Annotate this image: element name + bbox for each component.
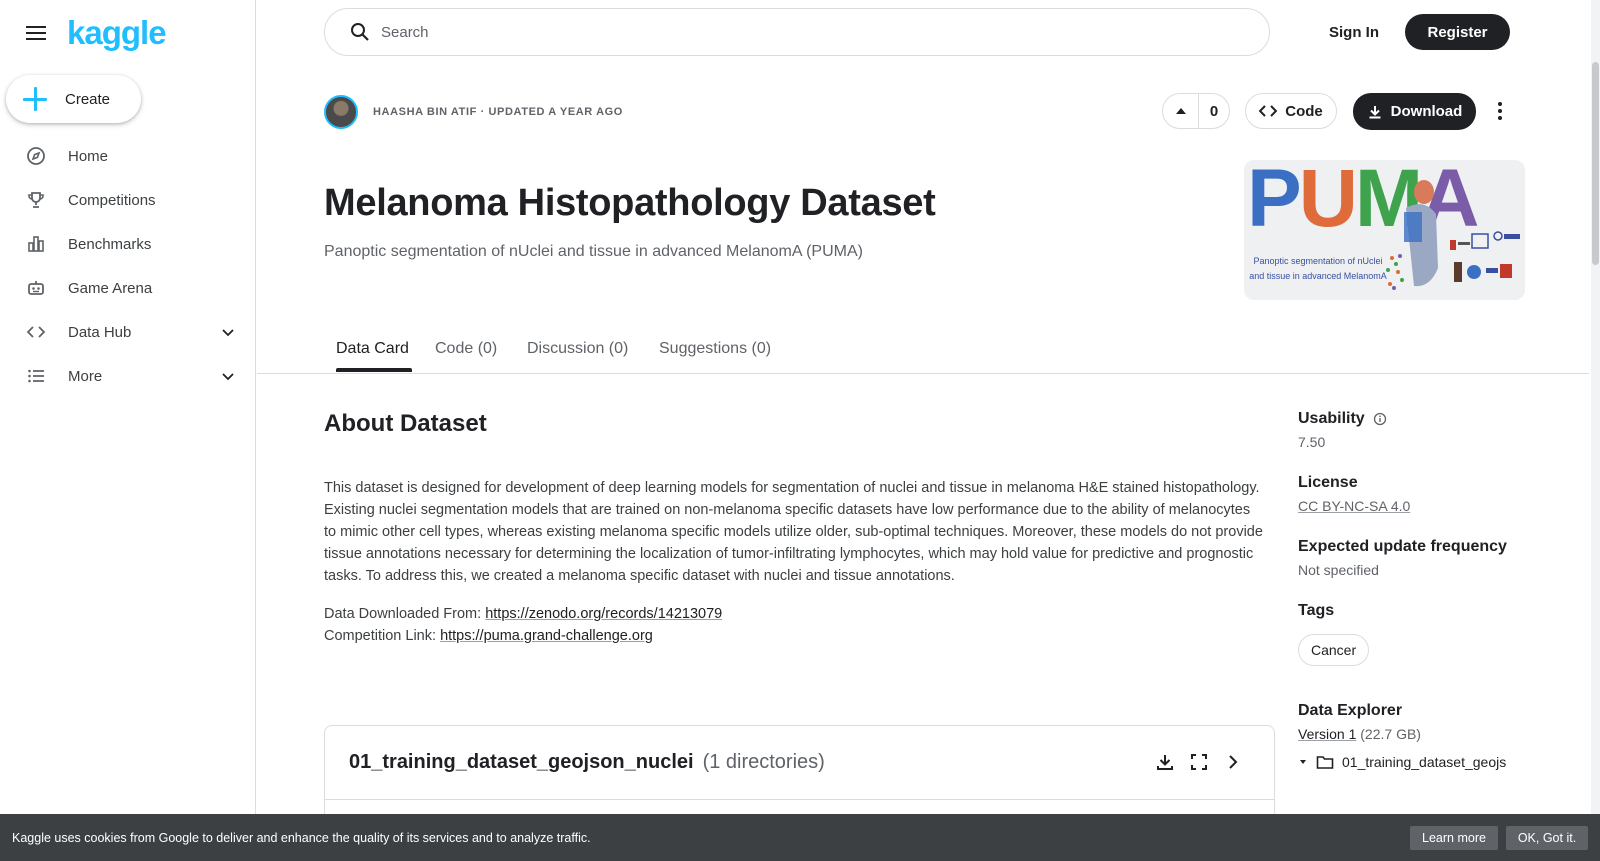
sidebar-item-more[interactable]: More	[0, 354, 256, 398]
fullscreen-icon[interactable]	[1188, 751, 1210, 773]
code-icon	[26, 322, 46, 342]
sidebar-item-label: Data Hub	[68, 323, 132, 341]
download-icon[interactable]	[1154, 751, 1176, 773]
about-heading: About Dataset	[324, 410, 487, 437]
code-button-label: Code	[1285, 102, 1323, 120]
more-options-icon[interactable]	[1490, 96, 1510, 126]
sidebar-item-competitions[interactable]: Competitions	[0, 178, 256, 222]
search-input[interactable]	[381, 23, 1241, 41]
folder-icon	[1316, 756, 1334, 769]
upvote-button[interactable]	[1163, 94, 1199, 128]
sidebar-item-label: Competitions	[68, 191, 156, 209]
dataset-thumbnail: PUMA Panoptic segmentation of nUclei and…	[1244, 160, 1525, 300]
download-icon	[1369, 105, 1381, 118]
sidebar-item-label: Home	[68, 147, 109, 165]
sidebar-item-home[interactable]: Home	[0, 134, 256, 178]
avatar[interactable]	[324, 95, 358, 129]
usability-value: 7.50	[1298, 434, 1326, 450]
sidebar-item-label: More	[68, 367, 103, 385]
sidebar-item-data-hub[interactable]: Data Hub	[0, 310, 256, 354]
learn-more-button[interactable]: Learn more	[1410, 826, 1498, 850]
license-link[interactable]: CC BY-NC-SA 4.0	[1298, 498, 1410, 514]
tab-data-card[interactable]: Data Card	[336, 340, 409, 358]
sign-in-button[interactable]: Sign In	[1304, 14, 1404, 50]
robot-icon	[26, 278, 46, 298]
scrollbar-thumb[interactable]	[1592, 62, 1599, 265]
tags-heading: Tags	[1298, 602, 1335, 619]
file-card-count: (1 directories)	[702, 751, 825, 773]
search-bar[interactable]	[324, 8, 1270, 56]
thumbnail-partner-logos	[1450, 231, 1520, 282]
accept-cookies-button[interactable]: OK, Got it.	[1506, 826, 1588, 850]
code-icon	[1259, 105, 1278, 117]
metadata-rail: Usability 7.50 License CC BY-NC-SA 4.0 E…	[1298, 410, 1538, 770]
about-description: This dataset is designed for development…	[324, 480, 1263, 584]
create-button-label: Create	[65, 90, 111, 108]
sidebar-nav: Home Competitions Benchmarks Game Arena …	[0, 134, 256, 398]
page-title: Melanoma Histopathology Dataset	[324, 182, 936, 224]
explorer-tree-item[interactable]: 01_training_dataset_geojs	[1298, 754, 1538, 770]
vote-count: 0	[1209, 102, 1219, 120]
data-explorer-heading: Data Explorer	[1298, 702, 1403, 719]
tab-suggestions[interactable]: Suggestions (0)	[659, 340, 771, 358]
tab-discussion[interactable]: Discussion (0)	[527, 340, 628, 358]
downloaded-from-label: Data Downloaded From:	[324, 606, 482, 622]
file-card-name: 01_training_dataset_geojson_nuclei	[349, 751, 694, 773]
sidebar: kaggle Create Home Competitions Benchmar…	[0, 0, 256, 861]
active-tab-indicator	[336, 368, 412, 372]
menu-icon[interactable]	[24, 22, 48, 42]
search-icon	[349, 21, 371, 43]
plus-icon	[23, 87, 47, 111]
sidebar-item-benchmarks[interactable]: Benchmarks	[0, 222, 256, 266]
create-button[interactable]: Create	[6, 75, 141, 123]
sidebar-item-game-arena[interactable]: Game Arena	[0, 266, 256, 310]
usability-heading: Usability	[1298, 410, 1538, 428]
page-subtitle: Panoptic segmentation of nUclei and tiss…	[324, 243, 863, 260]
thumbnail-caption: Panoptic segmentation of nUclei and tiss…	[1249, 256, 1387, 281]
zenodo-link[interactable]: https://zenodo.org/records/14213079	[485, 606, 722, 622]
upvote-control: 0	[1162, 93, 1230, 129]
cookie-banner: Kaggle uses cookies from Google to deliv…	[0, 814, 1600, 861]
download-button[interactable]: Download	[1353, 93, 1476, 130]
update-frequency-heading: Expected update frequency	[1298, 538, 1507, 555]
file-card-header: 01_training_dataset_geojson_nuclei (1 di…	[325, 726, 1274, 800]
tab-code[interactable]: Code (0)	[435, 340, 497, 358]
version-size: (22.7 GB)	[1360, 726, 1421, 742]
explorer-item-label: 01_training_dataset_geojs	[1342, 754, 1507, 770]
competition-link-label: Competition Link:	[324, 628, 437, 644]
compass-icon	[26, 146, 46, 166]
license-heading: License	[1298, 474, 1358, 491]
bar-chart-icon	[26, 234, 46, 254]
file-card-actions	[1154, 751, 1244, 773]
update-frequency-value: Not specified	[1298, 562, 1379, 578]
about-links: Data Downloaded From: https://zenodo.org…	[324, 603, 722, 647]
chevron-down-icon[interactable]	[220, 324, 236, 340]
list-icon	[26, 366, 46, 386]
dataset-byline: HAASHA BIN ATIF · UPDATED A YEAR AGO	[373, 106, 623, 118]
data-explorer-version: Version 1 (22.7 GB)	[1298, 726, 1538, 742]
competition-link[interactable]: https://puma.grand-challenge.org	[440, 628, 653, 644]
cookie-message: Kaggle uses cookies from Google to deliv…	[12, 830, 591, 845]
code-button[interactable]: Code	[1245, 93, 1337, 129]
dataset-tabs: Data Card Code (0) Discussion (0) Sugges…	[257, 330, 1589, 374]
arrow-up-icon	[1175, 108, 1186, 114]
caret-down-icon[interactable]	[1298, 757, 1308, 767]
sidebar-item-label: Benchmarks	[68, 235, 152, 253]
tag-chip[interactable]: Cancer	[1298, 634, 1370, 666]
sidebar-item-label: Game Arena	[68, 279, 153, 297]
chevron-right-icon[interactable]	[1222, 751, 1244, 773]
thumbnail-figure	[1386, 180, 1438, 290]
download-button-label: Download	[1390, 103, 1463, 120]
chevron-down-icon[interactable]	[220, 368, 236, 384]
info-icon[interactable]	[1373, 412, 1387, 426]
version-link[interactable]: Version 1	[1298, 726, 1356, 742]
trophy-icon	[26, 190, 46, 210]
register-button[interactable]: Register	[1405, 14, 1510, 50]
kaggle-logo[interactable]: kaggle	[67, 14, 167, 52]
